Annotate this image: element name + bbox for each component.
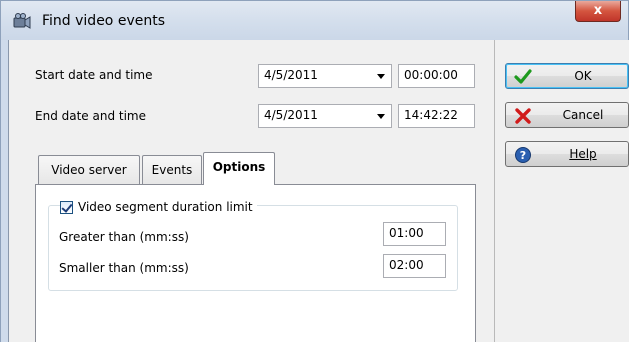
end-date-value: 4/5/2011	[264, 108, 318, 122]
chevron-down-icon[interactable]	[377, 114, 385, 119]
end-time-field[interactable]: 14:42:22	[398, 104, 475, 128]
cancel-button-label: Cancel	[562, 108, 604, 122]
tab-options[interactable]: Options	[203, 152, 275, 185]
greater-than-value: 01:00	[389, 226, 424, 240]
greater-than-label: Greater than (mm:ss)	[59, 230, 189, 244]
start-datetime-label: Start date and time	[35, 68, 153, 82]
tab-events[interactable]: Events	[142, 155, 202, 185]
x-icon	[514, 107, 532, 125]
greater-than-input[interactable]: 01:00	[383, 222, 446, 246]
close-button[interactable]: x	[575, 1, 621, 22]
ok-button[interactable]: OK	[505, 63, 629, 89]
cancel-button[interactable]: Cancel	[505, 102, 629, 128]
chevron-down-icon[interactable]	[377, 74, 385, 79]
find-video-events-dialog: Find video events x Start date and time …	[0, 0, 629, 342]
video-camera-icon	[12, 12, 32, 32]
end-time-value: 14:42:22	[404, 108, 458, 122]
end-date-picker[interactable]: 4/5/2011	[258, 104, 392, 128]
start-date-picker[interactable]: 4/5/2011	[258, 64, 392, 88]
duration-limit-checkbox[interactable]	[60, 200, 73, 214]
help-button-label: Help	[569, 147, 597, 161]
smaller-than-value: 02:00	[389, 258, 424, 272]
duration-limit-toggle[interactable]: Video segment duration limit	[60, 198, 257, 216]
smaller-than-input[interactable]: 02:00	[383, 254, 446, 278]
duration-limit-label: Video segment duration limit	[78, 200, 253, 214]
end-datetime-label: End date and time	[35, 109, 146, 123]
help-button[interactable]: ? Help	[505, 141, 629, 167]
start-time-field[interactable]: 00:00:00	[398, 64, 475, 88]
ok-button-label: OK	[574, 69, 592, 83]
svg-text:?: ?	[520, 149, 526, 162]
start-time-value: 00:00:00	[404, 68, 458, 82]
smaller-than-label: Smaller than (mm:ss)	[59, 261, 189, 275]
title-bar: Find video events x	[0, 0, 629, 40]
window-frame	[0, 40, 9, 342]
duration-limit-group	[48, 205, 458, 291]
checkmark-icon	[514, 68, 532, 86]
help-icon: ?	[514, 146, 532, 164]
tab-video-server[interactable]: Video server	[38, 155, 140, 185]
window-title: Find video events	[42, 13, 165, 29]
start-date-value: 4/5/2011	[264, 68, 318, 82]
